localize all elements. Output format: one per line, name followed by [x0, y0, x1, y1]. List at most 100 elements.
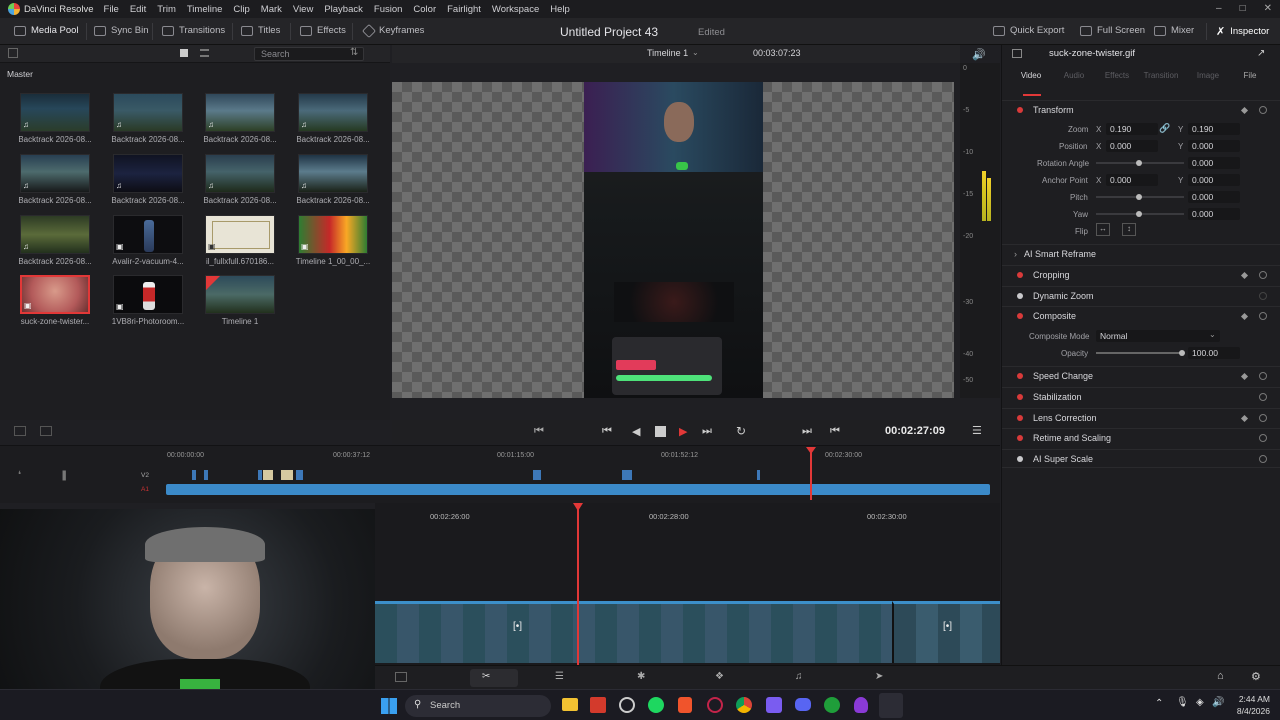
volume-icon[interactable]: 🔊: [1212, 697, 1224, 708]
media-clip[interactable]: ▣ Avalir-2-vacuum-4...: [108, 215, 188, 266]
app-grid-icon[interactable]: [766, 697, 782, 713]
sync-bin-button[interactable]: Sync Bin: [94, 25, 149, 36]
playhead-handle[interactable]: [806, 447, 816, 454]
chrome-icon[interactable]: [736, 697, 752, 713]
timeline-clip[interactable]: [281, 470, 293, 480]
timeline-clip[interactable]: [258, 470, 262, 480]
quick-export-button[interactable]: Quick Export: [993, 25, 1064, 36]
menu-timeline[interactable]: Timeline: [187, 4, 223, 15]
play-icon[interactable]: ▶: [679, 425, 687, 438]
taskbar-search-input[interactable]: ⚲ Search: [405, 695, 551, 717]
chevron-down-icon[interactable]: ⌄: [1209, 330, 1216, 339]
inspector-button[interactable]: ✗ Inspector: [1216, 25, 1269, 38]
media-clip[interactable]: ▣ il_fullxfull.670186...: [200, 215, 280, 266]
pitch-slider-knob[interactable]: [1136, 194, 1142, 200]
settings-gear-icon[interactable]: ⚙: [1251, 670, 1261, 683]
fairlight-page-icon[interactable]: ♫: [795, 671, 803, 682]
discord-icon[interactable]: [795, 698, 811, 711]
media-clip[interactable]: Timeline 1: [200, 275, 280, 326]
menu-edit[interactable]: Edit: [130, 4, 146, 15]
expand-icon[interactable]: ↗: [1257, 48, 1265, 59]
app-icon[interactable]: [854, 697, 868, 713]
tab-effects[interactable]: Effects: [1095, 71, 1139, 80]
microphone-icon[interactable]: 🎙: [1176, 697, 1189, 708]
section-composite[interactable]: Composite: [1002, 306, 1280, 325]
speaker-icon[interactable]: 🔊: [972, 48, 986, 61]
deliver-page-icon[interactable]: ➤: [875, 671, 883, 682]
cut-page-tab[interactable]: [470, 669, 518, 687]
obs-icon[interactable]: [619, 697, 635, 713]
edit-page-icon[interactable]: ☰: [555, 671, 564, 682]
link-icon[interactable]: [40, 426, 52, 436]
menu-workspace[interactable]: Workspace: [492, 4, 539, 15]
list-view-icon[interactable]: [200, 49, 209, 57]
timeline-overview[interactable]: 00:00:00:00 00:00:37:12 00:01:15:00 00:0…: [0, 445, 1000, 503]
menu-fusion[interactable]: Fusion: [374, 4, 403, 15]
snap-icon[interactable]: [14, 426, 26, 436]
rotation-field[interactable]: 0.000: [1188, 157, 1240, 169]
chevron-down-icon[interactable]: ⌄: [692, 48, 699, 57]
media-clip[interactable]: ♫ Backtrack 2026-08...: [15, 215, 95, 266]
section-smart-reframe[interactable]: › AI Smart Reframe: [1002, 244, 1280, 263]
zoom-x-field[interactable]: 0.190: [1106, 123, 1158, 135]
position-y-field[interactable]: 0.000: [1188, 140, 1240, 152]
section-lens-correction[interactable]: Lens Correction: [1002, 408, 1280, 427]
section-retime-scaling[interactable]: Retime and Scaling: [1002, 428, 1280, 447]
tab-video[interactable]: Video: [1009, 71, 1053, 80]
timeline-selector[interactable]: Timeline 1: [647, 48, 688, 58]
opacity-slider[interactable]: [1096, 352, 1184, 354]
jump-start-icon[interactable]: ⏮: [534, 425, 544, 438]
menu-clip[interactable]: Clip: [233, 4, 249, 15]
clock-time[interactable]: 2:44 AM: [1228, 694, 1270, 704]
opacity-slider-knob[interactable]: [1179, 350, 1185, 356]
menu-fairlight[interactable]: Fairlight: [447, 4, 481, 15]
media-clip[interactable]: ♫ Backtrack 2026-08...: [15, 93, 95, 144]
fusion-page-icon[interactable]: ✱: [637, 671, 645, 682]
sort-icon[interactable]: ⇅: [350, 47, 358, 58]
tab-file[interactable]: File: [1228, 71, 1272, 80]
yaw-slider-knob[interactable]: [1136, 211, 1142, 217]
section-ai-super-scale[interactable]: AI Super Scale: [1002, 449, 1280, 468]
previous-clip-icon[interactable]: ⏮: [602, 425, 612, 438]
section-transform[interactable]: Transform: [1002, 100, 1280, 119]
calculator-app-icon[interactable]: [590, 697, 606, 713]
mark-in-icon[interactable]: ⏭: [802, 425, 812, 438]
menu-mark[interactable]: Mark: [261, 4, 282, 15]
media-clip[interactable]: ♫ Backtrack 2026-08...: [293, 93, 373, 144]
close-icon[interactable]: ✕: [1264, 3, 1272, 14]
timeline-video-track[interactable]: [166, 484, 990, 495]
media-clip[interactable]: ▣ Timeline 1_00_00_...: [293, 215, 373, 266]
home-icon[interactable]: ⌂: [1217, 670, 1224, 682]
windows-start-icon[interactable]: [381, 698, 397, 714]
chevron-up-icon[interactable]: ⌃: [1155, 698, 1163, 709]
menu-file[interactable]: File: [104, 4, 119, 15]
anchor-x-field[interactable]: 0.000: [1106, 174, 1158, 186]
color-page-icon[interactable]: ❖: [715, 671, 724, 682]
minimize-icon[interactable]: –: [1216, 3, 1222, 14]
mixer-button[interactable]: Mixer: [1154, 25, 1194, 36]
network-icon[interactable]: ◈: [1196, 697, 1204, 708]
tab-transition[interactable]: Transition: [1139, 71, 1183, 80]
bin-list-icon[interactable]: [8, 48, 18, 58]
flip-horizontal-icon[interactable]: ↔: [1096, 223, 1110, 236]
brave-icon[interactable]: [678, 697, 692, 713]
app-icon[interactable]: [707, 697, 723, 713]
timeline-clip[interactable]: [263, 470, 273, 480]
section-cropping[interactable]: Cropping: [1002, 265, 1280, 284]
xbox-icon[interactable]: [824, 697, 840, 713]
timeline-video-clip[interactable]: [375, 601, 892, 663]
timeline-clip[interactable]: [204, 470, 208, 480]
menu-help[interactable]: Help: [550, 4, 570, 15]
playhead-handle[interactable]: [573, 503, 583, 511]
transitions-button[interactable]: Transitions: [162, 25, 225, 36]
timeline-clip[interactable]: [533, 470, 541, 480]
position-x-field[interactable]: 0.000: [1106, 140, 1158, 152]
timeline-detail[interactable]: 00:02:26:00 00:02:28:00 00:02:30:00 [•] …: [375, 503, 1000, 665]
composite-mode-select[interactable]: Normal: [1096, 330, 1220, 342]
media-clip[interactable]: ♫ Backtrack 2026-08...: [108, 154, 188, 205]
section-speed-change[interactable]: Speed Change: [1002, 366, 1280, 385]
media-page-icon[interactable]: [395, 672, 407, 682]
rotation-slider-knob[interactable]: [1136, 160, 1142, 166]
menu-playback[interactable]: Playback: [324, 4, 363, 15]
mark-out-icon[interactable]: ⏮: [830, 425, 840, 438]
